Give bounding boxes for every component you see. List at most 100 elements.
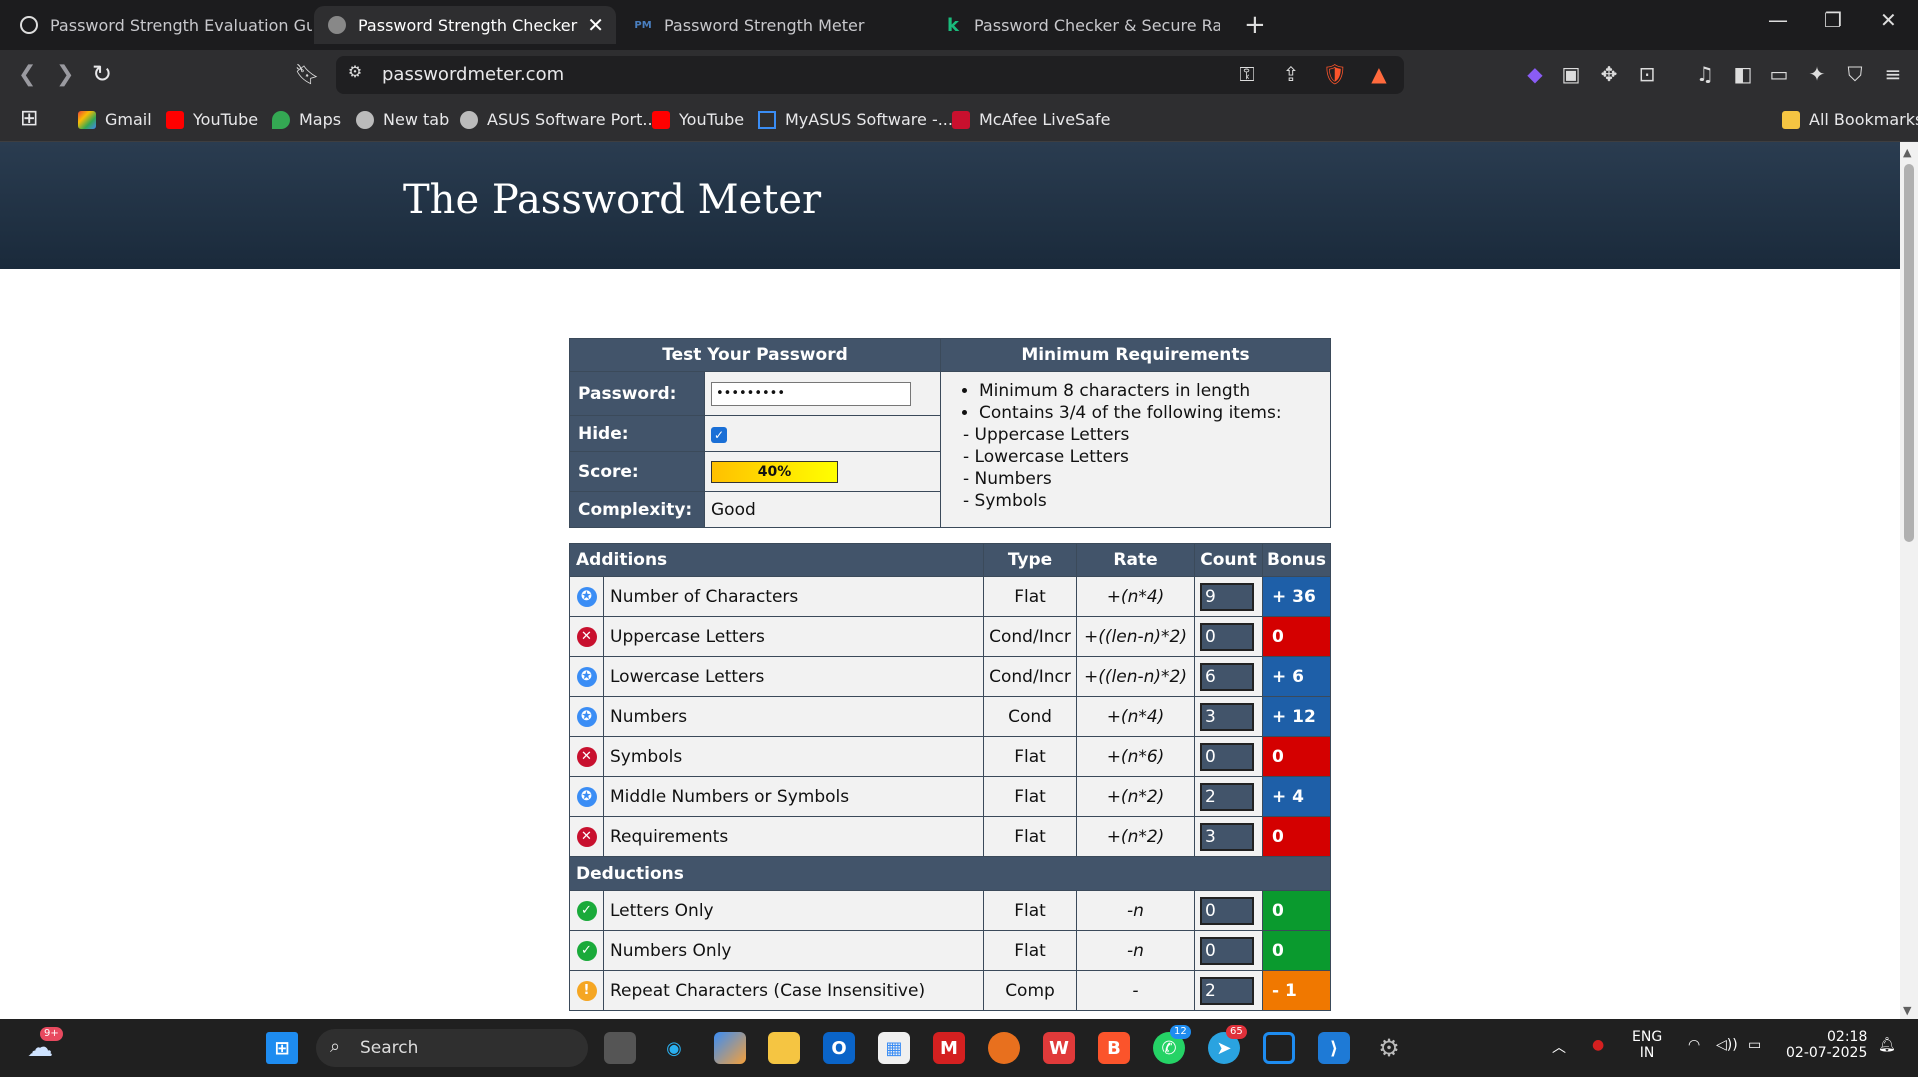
status-cell: ✓: [569, 890, 604, 931]
reader-mode-icon[interactable]: ⊡: [1634, 62, 1660, 88]
tab-password-strength-checker[interactable]: Password Strength Checker ✕: [314, 6, 616, 44]
all-bookmarks[interactable]: All Bookmarks: [1782, 110, 1918, 129]
count-field[interactable]: 0: [1200, 622, 1254, 651]
outlook-icon[interactable]: O: [823, 1032, 855, 1064]
settings-gear-icon[interactable]: ⚙: [1373, 1032, 1405, 1064]
back-icon[interactable]: ❮: [18, 62, 36, 87]
clock[interactable]: 02:18 02-07-2025: [1786, 1029, 1867, 1061]
scroll-thumb[interactable]: [1904, 164, 1914, 542]
youtube-icon: [166, 110, 184, 129]
share-icon[interactable]: ⇪: [1278, 62, 1304, 88]
forward-icon[interactable]: ❯: [56, 62, 74, 87]
status-cell: ✪: [569, 656, 604, 697]
hide-label: Hide:: [569, 415, 705, 452]
bookmark-youtube-2[interactable]: YouTube: [652, 110, 744, 129]
minimize-button[interactable]: —: [1768, 8, 1788, 32]
count-field[interactable]: 9: [1200, 582, 1254, 611]
volume-icon[interactable]: ◁)): [1716, 1037, 1738, 1053]
file-explorer-icon[interactable]: [768, 1032, 800, 1064]
music-icon[interactable]: ♫: [1692, 62, 1718, 88]
whatsapp-badge: 12: [1170, 1025, 1191, 1039]
page-scrollbar[interactable]: ▲ ▼: [1900, 142, 1918, 1019]
edge-icon[interactable]: ◉: [658, 1032, 690, 1064]
battery-icon[interactable]: ▭: [1748, 1037, 1761, 1053]
bookmark-icon[interactable]: 🔖︎: [294, 62, 320, 88]
scroll-down-arrow[interactable]: ▼: [1903, 1004, 1911, 1017]
key-icon[interactable]: ⚿: [1234, 62, 1260, 88]
bookmark-asus-software[interactable]: ASUS Software Port...: [460, 110, 658, 129]
requirement-subitem: - Lowercase Letters: [963, 447, 1129, 467]
count-field[interactable]: 3: [1200, 702, 1254, 731]
tab-password-strength-guide[interactable]: Password Strength Evaluation Guide: [6, 6, 312, 44]
count-field[interactable]: 0: [1200, 896, 1254, 925]
bookmark-myasus[interactable]: MyASUS Software -...: [758, 110, 953, 129]
taskbar-search[interactable]: ⌕ Search: [316, 1029, 588, 1067]
firefox-icon[interactable]: [988, 1032, 1020, 1064]
apps-grid-icon[interactable]: ⊞: [20, 106, 38, 131]
brave-shield-icon[interactable]: 🛡︎: [1322, 62, 1348, 88]
row-type: Flat: [983, 736, 1077, 777]
mcafee-tray-icon[interactable]: ●: [1592, 1037, 1604, 1053]
folder-icon: [1782, 110, 1800, 129]
extension-purple-icon[interactable]: ◆: [1522, 62, 1548, 88]
new-tab-button[interactable]: +: [1244, 10, 1266, 40]
vpn-icon[interactable]: ⛉: [1842, 62, 1868, 88]
copilot-icon[interactable]: [714, 1032, 746, 1064]
toolbar: ❮ ❯ ↻ 🔖︎ ⚙ passwordmeter.com ⚿ ⇪ 🛡︎ 2 ▲ …: [0, 50, 1918, 140]
menu-icon[interactable]: ≡: [1880, 62, 1906, 88]
sidebar-icon[interactable]: ◧: [1730, 62, 1756, 88]
wps-icon[interactable]: W: [1043, 1032, 1075, 1064]
vscode-icon[interactable]: ⟩: [1318, 1032, 1350, 1064]
count-field[interactable]: 2: [1200, 976, 1254, 1005]
mcafee-icon: [952, 110, 970, 129]
count-field[interactable]: 0: [1200, 936, 1254, 965]
password-input[interactable]: •••••••••: [711, 381, 911, 406]
tab-password-checker-random[interactable]: k Password Checker & Secure Random: [930, 6, 1220, 44]
language-indicator: ENG IN: [1632, 1029, 1662, 1061]
brave-taskbar-icon[interactable]: B: [1098, 1032, 1130, 1064]
score-row: ✪ Numbers Cond +(n*4) 3 + 12: [569, 696, 1331, 737]
wifi-icon[interactable]: ◠: [1688, 1037, 1700, 1053]
bookmark-new-tab[interactable]: New tab: [356, 110, 449, 129]
tab-title: Password Checker & Secure Random: [974, 15, 1220, 35]
store-icon[interactable]: ▦: [878, 1032, 910, 1064]
hide-checkbox[interactable]: ✓: [711, 426, 727, 443]
task-view-icon[interactable]: [604, 1032, 636, 1064]
row-rate: +(n*6): [1076, 736, 1195, 777]
row-name: Middle Numbers or Symbols: [603, 776, 984, 817]
bookmark-maps[interactable]: Maps: [272, 110, 341, 129]
count-field[interactable]: 2: [1200, 782, 1254, 811]
info-star-icon: ✪: [576, 586, 597, 607]
notification-icon[interactable]: 🔔︎: [1878, 1037, 1896, 1053]
restore-button[interactable]: ❐: [1824, 8, 1842, 32]
site-title: The Password Meter: [403, 177, 822, 223]
wallet-extension-icon[interactable]: ▣: [1558, 62, 1584, 88]
bookmark-youtube[interactable]: YouTube: [166, 110, 258, 129]
url-text[interactable]: passwordmeter.com: [382, 64, 564, 85]
close-tab-icon[interactable]: ✕: [587, 13, 604, 37]
windows-start-icon[interactable]: ⊞: [266, 1032, 298, 1064]
count-field[interactable]: 0: [1200, 742, 1254, 771]
count-field[interactable]: 3: [1200, 822, 1254, 851]
scroll-up-arrow[interactable]: ▲: [1903, 146, 1911, 159]
brave-rewards-icon[interactable]: ▲: [1366, 62, 1392, 88]
count-field[interactable]: 6: [1200, 662, 1254, 691]
count-cell: 3: [1194, 816, 1263, 857]
mcafee-taskbar-icon[interactable]: M: [933, 1032, 965, 1064]
leo-ai-icon[interactable]: ✦: [1804, 62, 1830, 88]
score-bar: 40%: [711, 460, 838, 483]
count-cell: 0: [1194, 616, 1263, 657]
fail-x-icon: ✕: [576, 826, 597, 847]
bookmark-gmail[interactable]: Gmail: [78, 110, 152, 129]
wallet-icon[interactable]: ▭: [1766, 62, 1792, 88]
close-window-button[interactable]: ✕: [1880, 8, 1897, 32]
bookmark-mcafee[interactable]: McAfee LiveSafe: [952, 110, 1111, 129]
reload-icon[interactable]: ↻: [92, 60, 112, 88]
screen-snip-icon[interactable]: [1263, 1032, 1295, 1064]
tab-password-strength-meter[interactable]: PM Password Strength Meter: [620, 6, 926, 44]
show-hidden-icons[interactable]: ︿: [1552, 1037, 1566, 1057]
row-name: Symbols: [603, 736, 984, 777]
site-settings-icon[interactable]: ⚙: [342, 62, 368, 88]
bookmarks-bar: ⊞ Gmail YouTube Maps New tab ASUS Softwa…: [0, 100, 1918, 142]
puzzle-extensions-icon[interactable]: ✥: [1596, 62, 1622, 88]
